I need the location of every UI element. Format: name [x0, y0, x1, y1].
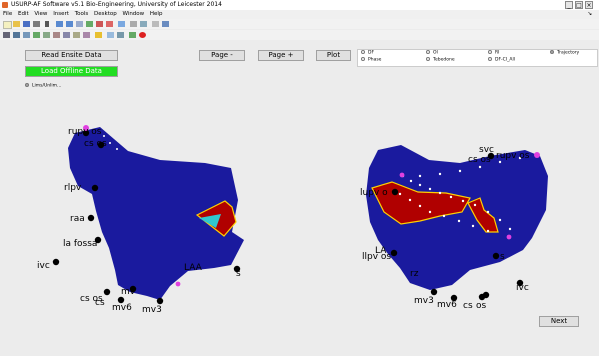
right-label: cs os	[468, 155, 491, 165]
left-label: cs os	[84, 139, 107, 149]
left-label: ivc	[37, 261, 50, 271]
electrode-marker	[52, 258, 60, 266]
atrial-maps-canvas: rupv os cs os rlpv raa la fossa ivc LAA …	[37, 125, 548, 315]
electrode-marker	[390, 249, 398, 257]
electrode-marker	[492, 252, 500, 260]
left-label: mv3	[142, 305, 162, 315]
left-label: LAA	[184, 263, 203, 273]
left-label: mv	[121, 287, 136, 297]
right-label: ivc	[516, 283, 529, 293]
left-label: la fossa	[63, 239, 97, 249]
right-label: mv6	[437, 300, 457, 310]
left-atrial-map[interactable]	[68, 127, 244, 300]
right-atrial-map[interactable]	[366, 145, 548, 290]
right-marker-magenta-2	[399, 172, 405, 178]
right-label: rupv os	[496, 151, 530, 161]
right-label: rz	[410, 269, 419, 279]
right-label: cs	[463, 301, 473, 311]
left-label: rlpv	[64, 183, 82, 193]
left-label: mv6	[112, 303, 132, 313]
electrode-marker	[482, 291, 490, 299]
electrode-marker	[91, 184, 99, 192]
electrode-marker	[430, 288, 438, 296]
right-label: lupv o	[360, 188, 388, 198]
left-label: s	[236, 269, 241, 279]
electrode-marker	[87, 214, 95, 222]
left-label: cs	[95, 298, 105, 308]
left-marker-magenta-2	[175, 281, 181, 287]
right-label: s	[500, 252, 505, 262]
electrode-marker	[391, 188, 399, 196]
right-label: mv3	[414, 296, 434, 306]
electrode-marker	[103, 288, 111, 296]
right-marker-magenta-3	[506, 234, 512, 240]
electrode-marker	[156, 297, 164, 305]
right-label: llpv os	[362, 252, 391, 262]
right-label: svc	[479, 145, 494, 155]
right-marker-magenta	[534, 152, 540, 158]
left-label: raa	[70, 214, 85, 224]
left-label: rupv os	[68, 127, 102, 137]
right-label: os	[476, 301, 487, 311]
